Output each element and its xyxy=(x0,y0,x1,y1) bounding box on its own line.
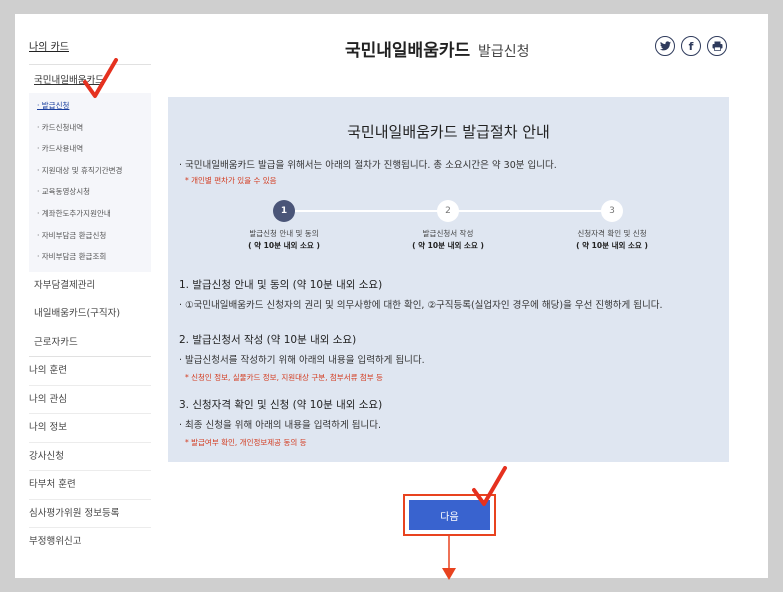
share-buttons: f xyxy=(655,36,727,56)
check-mark-icon xyxy=(472,466,507,506)
step-indicator: 1 발급신청 안내 및 동의 ( 약 10분 내외 소요 ) 2 발급신청서 작… xyxy=(168,200,729,260)
sidebar-subitem-education-video[interactable]: · 교육동영상시청 xyxy=(29,181,151,203)
sidebar-subitem-refund-inquiry[interactable]: · 자비부담금 환급조회 xyxy=(29,246,151,268)
facebook-icon[interactable]: f xyxy=(681,36,701,56)
page-title-main: 국민내일배움카드 xyxy=(345,41,471,61)
sidebar-item-self-payment[interactable]: 자부담결제관리 xyxy=(29,272,151,301)
section-3: 3. 신청자격 확인 및 신청 (약 10분 내외 소요) · 최종 신청을 위… xyxy=(179,397,382,448)
section-2-text: · 발급신청서를 작성하기 위해 아래의 내용을 입력하게 됩니다. xyxy=(179,355,425,366)
sidebar-subitem-refund-apply[interactable]: · 자비부담금 환급신청 xyxy=(29,225,151,247)
twitter-icon[interactable] xyxy=(655,36,675,56)
guide-title: 국민내일배움카드 발급절차 안내 xyxy=(347,123,550,141)
sidebar-item-reviewer-register[interactable]: 심사평가위원 정보등록 xyxy=(29,500,151,529)
guide-note-red: * 개인별 편차가 있을 수 있음 xyxy=(185,176,277,185)
content-frame: 나의 카드 국민내일배움카드 · 발급신청 · 카드신청내역 · 카드사용내역 … xyxy=(15,14,768,580)
sidebar-submenu: · 발급신청 · 카드신청내역 · 카드사용내역 · 지원대상 및 휴직기간변경… xyxy=(29,93,151,272)
sidebar-item-my-training[interactable]: 나의 훈련 xyxy=(29,357,151,386)
guide-note: · 국민내일배움카드 발급을 위해서는 아래의 절차가 진행됩니다. 총 소요시… xyxy=(179,160,557,171)
down-arrow-icon xyxy=(442,536,456,580)
section-2-heading: 2. 발급신청서 작성 (약 10분 내외 소요) xyxy=(179,334,357,346)
section-2: 2. 발급신청서 작성 (약 10분 내외 소요) · 발급신청서를 작성하기 … xyxy=(179,332,425,383)
page-title-sub: 발급신청 xyxy=(478,44,530,60)
section-2-note: * 신청인 정보, 실물카드 정보, 지원대상 구분, 첨부서류 첨부 등 xyxy=(185,373,383,382)
sidebar-subitem-usage-history[interactable]: · 카드사용내역 xyxy=(29,138,151,160)
step-1-label: 발급신청 안내 및 동의 xyxy=(249,229,319,238)
sidebar-subitem-eligibility-change[interactable]: · 지원대상 및 휴직기간변경 xyxy=(29,160,151,182)
check-mark-icon xyxy=(83,58,118,98)
section-1-heading: 1. 발급신청 안내 및 동의 (약 10분 내외 소요) xyxy=(179,279,383,291)
sidebar-item-other-ministry-training[interactable]: 타부처 훈련 xyxy=(29,471,151,500)
step-2-number: 2 xyxy=(437,200,459,222)
print-icon[interactable] xyxy=(707,36,727,56)
step-2-label: 발급신청서 작성 xyxy=(422,229,474,238)
sidebar-subitem-limit-info[interactable]: · 계좌한도추가지원안내 xyxy=(29,203,151,225)
sidebar-subitem-application-history[interactable]: · 카드신청내역 xyxy=(29,117,151,139)
sidebar-item-misconduct-report[interactable]: 부정행위신고 xyxy=(29,528,151,557)
sidebar-item-worker-card[interactable]: 근로자카드 xyxy=(29,329,151,358)
step-1-number: 1 xyxy=(273,200,295,222)
step-3-number: 3 xyxy=(601,200,623,222)
sidebar-item-my-info[interactable]: 나의 정보 xyxy=(29,414,151,443)
sidebar: 나의 카드 국민내일배움카드 · 발급신청 · 카드신청내역 · 카드사용내역 … xyxy=(29,32,151,557)
section-3-note: * 발급여부 확인, 개인정보제공 동의 등 xyxy=(185,438,307,447)
section-1-text: · ①국민내일배움카드 신청자의 권리 및 의무사항에 대한 확인, ②구직등록… xyxy=(179,300,663,311)
page-title: 국민내일배움카드 발급신청 xyxy=(345,36,530,61)
section-3-heading: 3. 신청자격 확인 및 신청 (약 10분 내외 소요) xyxy=(179,399,383,411)
step-3: 3 신청자격 확인 및 신청 ( 약 10분 내외 소요 ) xyxy=(542,200,682,252)
section-1: 1. 발급신청 안내 및 동의 (약 10분 내외 소요) · ①국민내일배움카… xyxy=(179,277,663,311)
step-1-time: ( 약 10분 내외 소요 ) xyxy=(248,241,320,250)
sidebar-item-instructor-apply[interactable]: 강사신청 xyxy=(29,443,151,472)
step-3-label: 신청자격 확인 및 신청 xyxy=(577,229,647,238)
sidebar-item-my-interest[interactable]: 나의 관심 xyxy=(29,386,151,415)
issuance-guide-panel: 국민내일배움카드 발급절차 안내 · 국민내일배움카드 발급을 위해서는 아래의… xyxy=(168,97,729,462)
step-2-time: ( 약 10분 내외 소요 ) xyxy=(412,241,484,250)
section-3-text: · 최종 신청을 위해 아래의 내용을 입력하게 됩니다. xyxy=(179,420,381,431)
step-3-time: ( 약 10분 내외 소요 ) xyxy=(576,241,648,250)
step-2: 2 발급신청서 작성 ( 약 10분 내외 소요 ) xyxy=(378,200,518,252)
step-1: 1 발급신청 안내 및 동의 ( 약 10분 내외 소요 ) xyxy=(214,200,354,252)
sidebar-item-jobseeker-card[interactable]: 내일배움카드(구직자) xyxy=(29,300,151,329)
